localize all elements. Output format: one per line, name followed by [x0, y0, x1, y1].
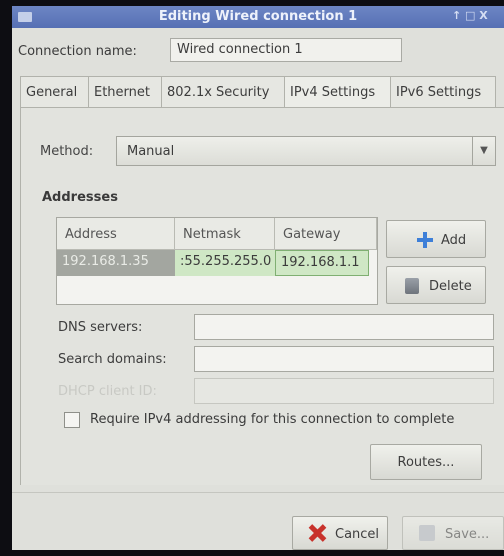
tab-ipv6-settings[interactable]: IPv6 Settings: [390, 76, 496, 108]
delete-label: Delete: [429, 279, 472, 294]
connection-name-label: Connection name:: [18, 44, 137, 59]
close-icon: [309, 525, 325, 541]
column-header-address[interactable]: Address: [57, 218, 175, 250]
save-button: Save...: [402, 516, 504, 550]
routes-button[interactable]: Routes...: [370, 444, 482, 480]
dns-servers-input[interactable]: [194, 314, 494, 340]
table-row[interactable]: 192.168.1.35 :55.255.255.0 192.168.1.1: [57, 250, 377, 276]
dns-servers-label: DNS servers:: [58, 320, 143, 335]
plus-icon: [417, 232, 433, 248]
require-ipv4-label[interactable]: Require IPv4 addressing for this connect…: [90, 412, 454, 427]
gateway-cell[interactable]: 192.168.1.1: [275, 250, 369, 276]
routes-label: Routes...: [397, 455, 455, 470]
save-label: Save...: [445, 527, 490, 542]
require-ipv4-checkbox[interactable]: [64, 412, 80, 428]
save-icon: [419, 525, 435, 541]
title-bar: Editing Wired connection 1 ↑ □ X: [12, 6, 504, 28]
search-domains-label: Search domains:: [58, 352, 167, 367]
column-header-netmask[interactable]: Netmask: [175, 218, 275, 250]
addresses-heading: Addresses: [42, 190, 118, 205]
delete-address-button[interactable]: Delete: [386, 266, 486, 304]
tab-general[interactable]: General: [20, 76, 89, 108]
method-value: Manual: [127, 144, 175, 159]
netmask-cell[interactable]: :55.255.255.0: [175, 250, 275, 276]
method-label: Method:: [40, 144, 94, 159]
method-select[interactable]: Manual ▼: [116, 136, 496, 166]
dialog-window: Editing Wired connection 1 ↑ □ X Connect…: [12, 6, 504, 550]
chevron-down-icon[interactable]: ▼: [472, 137, 495, 165]
trash-icon: [405, 278, 419, 294]
window-title: Editing Wired connection 1: [158, 9, 358, 24]
cancel-label: Cancel: [335, 527, 380, 542]
tab-ipv4-settings[interactable]: IPv4 Settings: [284, 76, 391, 108]
search-domains-input[interactable]: [194, 346, 494, 372]
tab-8021x-security[interactable]: 802.1x Security: [161, 76, 285, 108]
footer-divider: [12, 492, 504, 493]
dhcp-client-id-label: DHCP client ID:: [58, 384, 157, 399]
tab-ethernet[interactable]: Ethernet: [88, 76, 162, 108]
add-label: Add: [441, 233, 467, 248]
add-address-button[interactable]: Add: [386, 220, 486, 258]
column-header-gateway[interactable]: Gateway: [275, 218, 377, 250]
cancel-button[interactable]: Cancel: [292, 516, 388, 550]
address-cell[interactable]: 192.168.1.35: [57, 250, 175, 276]
addresses-table: Address Netmask Gateway 192.168.1.35 :55…: [56, 217, 378, 305]
dhcp-client-id-input: [194, 378, 494, 404]
connection-name-input[interactable]: Wired connection 1: [170, 38, 402, 62]
window-controls[interactable]: ↑ □ X: [452, 9, 488, 22]
